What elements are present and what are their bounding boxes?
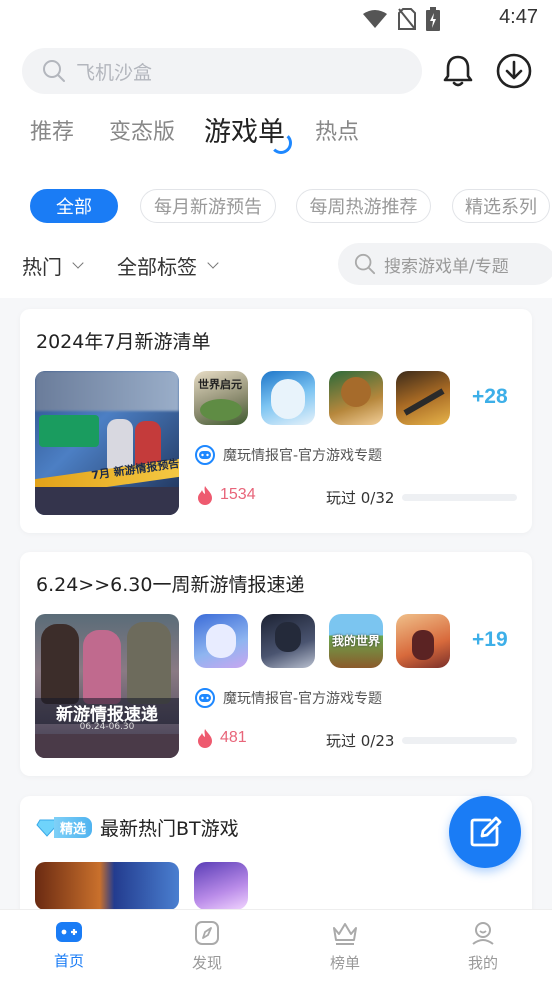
flame-icon [198, 486, 212, 505]
game-thumb[interactable]: 世界启元 [194, 371, 248, 425]
tab-bt-version[interactable]: 变态版 [109, 114, 175, 146]
game-thumb[interactable] [261, 371, 315, 425]
search-placeholder: 飞机沙盒 [76, 61, 153, 84]
tab-hot-topics[interactable]: 热点 [315, 114, 359, 146]
search-icon [354, 253, 376, 275]
status-bar: 4:47 [0, 0, 552, 36]
loading-spinner [270, 132, 292, 154]
game-thumb[interactable] [261, 614, 315, 668]
sort-label: 热门 [22, 255, 62, 279]
card-author[interactable]: 魔玩情报官-官方游戏专题 [195, 445, 382, 465]
nav-label: 首页 [53, 952, 84, 970]
tags-label: 全部标签 [117, 255, 197, 279]
status-time: 4:47 [499, 6, 538, 28]
no-sim-icon [398, 8, 416, 30]
edit-icon [470, 816, 502, 847]
gamepad-icon [199, 694, 211, 702]
featured-badge: 精选 [36, 817, 93, 839]
played-progress-text: 玩过 0/23 [326, 732, 395, 750]
heat-count: 481 [196, 728, 247, 748]
played-progress-bar [402, 494, 517, 501]
card-cover-image [35, 862, 179, 910]
game-thumb[interactable] [194, 862, 248, 910]
author-avatar [195, 445, 215, 465]
nav-profile[interactable]: 我的 [443, 920, 523, 973]
played-progress-text: 玩过 0/32 [326, 489, 395, 507]
battery-charging-icon [426, 7, 440, 31]
game-thumb[interactable] [396, 614, 450, 668]
sort-dropdown[interactable]: 热门 [22, 251, 84, 280]
nav-discover[interactable]: 发现 [167, 920, 247, 973]
filter-bar: 热门 全部标签 搜索游戏单/专题 [0, 243, 552, 285]
create-list-button[interactable] [449, 796, 521, 868]
author-avatar [195, 688, 215, 708]
user-icon [472, 922, 494, 945]
nav-label: 发现 [191, 954, 222, 972]
game-list-search[interactable]: 搜索游戏单/专题 [338, 243, 552, 285]
bottom-nav: 首页 发现 榜单 我的 [0, 909, 552, 983]
chip-all[interactable]: 全部 [30, 189, 118, 223]
game-list-search-placeholder: 搜索游戏单/专题 [384, 256, 509, 277]
gamepad-icon [199, 451, 211, 459]
heat-count: 1534 [196, 485, 256, 505]
nav-home[interactable]: 首页 [29, 920, 109, 971]
tags-dropdown[interactable]: 全部标签 [117, 251, 219, 280]
card-cover-image: 7月 新游情报预告 [35, 371, 179, 515]
game-list-card[interactable]: 2024年7月新游清单 7月 新游情报预告 世界启元 +28 魔玩情报官-官方游… [20, 309, 532, 533]
nav-label: 榜单 [329, 954, 360, 972]
status-icons [362, 7, 440, 31]
header: 飞机沙盒 推荐 变态版 游戏单 热点 全部 每月新游预告 每周热游推荐 精选系列… [0, 36, 552, 298]
heat-value: 481 [220, 729, 247, 746]
bell-icon[interactable] [442, 54, 474, 88]
wifi-icon [363, 10, 387, 28]
card-title: 6.24>>6.30一周新游情报速递 [36, 574, 305, 596]
game-thumb[interactable] [396, 371, 450, 425]
gamepad-icon [56, 922, 82, 942]
crown-icon [333, 923, 357, 945]
card-title: 2024年7月新游清单 [36, 331, 211, 353]
nav-rankings[interactable]: 榜单 [305, 920, 385, 973]
cover-subcaption: 06.24-06.30 [79, 722, 135, 732]
author-name: 魔玩情报官-官方游戏专题 [223, 691, 383, 707]
more-games-count[interactable]: +19 [472, 628, 508, 652]
heat-value: 1534 [220, 486, 256, 503]
nav-label: 我的 [467, 954, 498, 972]
app-screen: 4:47 飞机沙盒 推荐 变态版 游戏单 热点 全部 每月新游预告 每周热游推荐… [0, 0, 552, 983]
author-name: 魔玩情报官-官方游戏专题 [223, 448, 383, 464]
game-thumb[interactable]: 我的世界 [329, 614, 383, 668]
tab-recommend[interactable]: 推荐 [30, 114, 74, 146]
download-icon[interactable] [496, 53, 532, 89]
played-progress-bar [402, 737, 517, 744]
featured-badge-label: 精选 [54, 817, 93, 838]
chevron-down-icon [207, 257, 219, 269]
chevron-down-icon [72, 257, 84, 269]
game-list-card[interactable]: 6.24>>6.30一周新游情报速递 新游情报速递 06.24-06.30 我的… [20, 552, 532, 776]
card-author[interactable]: 魔玩情报官-官方游戏专题 [195, 688, 382, 708]
card-cover-image: 新游情报速递 06.24-06.30 [35, 614, 179, 758]
flame-icon [198, 729, 212, 748]
more-games-count[interactable]: +28 [472, 385, 508, 409]
card-title-row: 精选 最新热门BT游戏 [36, 814, 239, 841]
game-thumb[interactable] [329, 371, 383, 425]
card-title: 最新热门BT游戏 [100, 818, 239, 840]
search-bar[interactable]: 飞机沙盒 [22, 48, 422, 94]
compass-icon [195, 921, 219, 945]
thumb-caption: 世界启元 [198, 378, 242, 391]
chip-featured-series[interactable]: 精选系列 [452, 189, 550, 223]
chip-weekly-hot[interactable]: 每周热游推荐 [296, 189, 431, 223]
search-icon [43, 60, 65, 82]
game-thumb[interactable] [194, 614, 248, 668]
thumb-caption: 我的世界 [332, 634, 381, 648]
chip-monthly-preview[interactable]: 每月新游预告 [140, 189, 276, 223]
